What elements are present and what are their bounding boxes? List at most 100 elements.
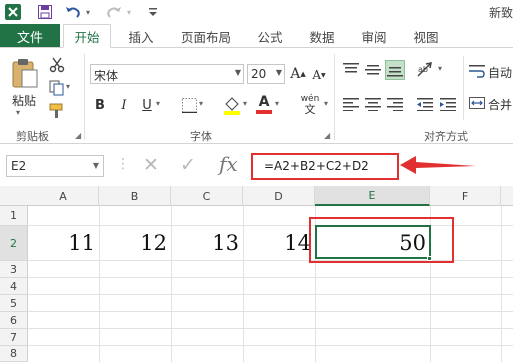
tab-review[interactable]: 审阅 bbox=[354, 24, 394, 48]
redo-icon[interactable] bbox=[105, 3, 123, 21]
tab-view[interactable]: 视图 bbox=[406, 24, 446, 48]
column-header-d[interactable]: D bbox=[243, 186, 315, 206]
column-headers: A B C D E F bbox=[0, 186, 513, 206]
decrease-font-size-icon[interactable]: A ▼ bbox=[310, 66, 328, 84]
row-header-3[interactable]: 3 bbox=[0, 261, 28, 278]
name-box[interactable]: E2 ▼ bbox=[6, 155, 104, 177]
grid-line bbox=[28, 328, 513, 329]
align-right-icon[interactable] bbox=[385, 94, 405, 114]
column-header-c[interactable]: C bbox=[171, 186, 243, 206]
increase-font-size-icon[interactable]: A ▲ bbox=[288, 64, 308, 84]
borders-icon[interactable] bbox=[180, 96, 198, 114]
font-size-value: 20 bbox=[251, 67, 267, 81]
undo-icon[interactable] bbox=[64, 3, 82, 21]
tab-data[interactable]: 数据 bbox=[302, 24, 342, 48]
copy-icon[interactable] bbox=[48, 79, 66, 97]
font-group-label: 字体 bbox=[190, 130, 212, 143]
orientation-dropdown-icon[interactable]: ▾ bbox=[438, 64, 442, 73]
font-name-dropdown-icon[interactable]: ▼ bbox=[235, 68, 241, 77]
format-painter-icon[interactable] bbox=[48, 102, 66, 120]
group-separator bbox=[84, 54, 85, 140]
ribbon: 粘贴 ▾ ▾ 剪贴板 ◢ 宋体 ▼ 20 ▼ A ▲ A ▼ B I U ▾ ▾ ▾… bbox=[0, 47, 513, 144]
row-header-4[interactable]: 4 bbox=[0, 278, 28, 295]
increase-indent-icon[interactable] bbox=[438, 94, 458, 114]
undo-dropdown-icon[interactable]: ▾ bbox=[83, 3, 93, 21]
tab-formulas[interactable]: 公式 bbox=[250, 24, 290, 48]
paste-label[interactable]: 粘贴 bbox=[12, 92, 36, 109]
row-header-7[interactable]: 7 bbox=[0, 329, 28, 346]
merge-center-label[interactable]: 合并 bbox=[488, 96, 512, 113]
font-color-icon[interactable]: A bbox=[255, 93, 273, 115]
paste-dropdown-icon[interactable]: ▾ bbox=[16, 108, 20, 117]
row-header-2[interactable]: 2 bbox=[0, 226, 28, 261]
ribbon-tabs: 文件 开始 插入 页面布局 公式 数据 审阅 视图 bbox=[0, 24, 513, 48]
copy-dropdown-icon[interactable]: ▾ bbox=[66, 82, 70, 91]
font-name-combo[interactable]: 宋体 ▼ bbox=[90, 64, 244, 84]
cell-b2[interactable]: 12 bbox=[99, 226, 171, 261]
row-header-5[interactable]: 5 bbox=[0, 295, 28, 312]
bold-button[interactable]: B bbox=[92, 96, 108, 114]
fill-color-dropdown-icon[interactable]: ▾ bbox=[243, 99, 247, 108]
underline-button[interactable]: U bbox=[139, 96, 155, 114]
save-icon[interactable] bbox=[36, 3, 54, 21]
row-header-6[interactable]: 6 bbox=[0, 312, 28, 329]
cell-c2[interactable]: 13 bbox=[171, 226, 243, 261]
formula-bar-grip-icon[interactable]: ⋮ bbox=[116, 156, 130, 172]
borders-dropdown-icon[interactable]: ▾ bbox=[199, 99, 203, 108]
tab-file[interactable]: 文件 bbox=[0, 24, 60, 48]
cell-a2[interactable]: 11 bbox=[28, 226, 99, 261]
cell-d2[interactable]: 14 bbox=[243, 226, 315, 261]
customize-qat-icon[interactable] bbox=[146, 3, 160, 21]
formula-bar: E2 ▼ ⋮ ✕ ✓ fx =A2+B2+C2+D2 bbox=[0, 144, 513, 186]
row-header-8[interactable]: 8 bbox=[0, 346, 28, 362]
tab-insert[interactable]: 插入 bbox=[118, 24, 164, 48]
phonetic-dropdown-icon[interactable]: ▾ bbox=[324, 99, 328, 108]
align-left-icon[interactable] bbox=[341, 94, 361, 114]
clipboard-launcher-icon[interactable]: ◢ bbox=[75, 131, 81, 140]
grid-line bbox=[28, 277, 513, 278]
clipboard-group-label: 剪贴板 bbox=[16, 130, 49, 143]
formula-text: =A2+B2+C2+D2 bbox=[264, 159, 369, 173]
merge-center-icon[interactable] bbox=[468, 94, 486, 112]
wrap-text-label[interactable]: 自动 bbox=[488, 64, 512, 81]
svg-text:ab: ab bbox=[418, 65, 428, 74]
font-color-glyph: A bbox=[258, 94, 270, 110]
column-header-b[interactable]: B bbox=[99, 186, 171, 206]
grid-line bbox=[28, 345, 513, 346]
tab-home[interactable]: 开始 bbox=[63, 24, 111, 48]
decrease-indent-icon[interactable] bbox=[415, 94, 435, 114]
font-name-value: 宋体 bbox=[94, 69, 119, 83]
name-box-dropdown-icon[interactable]: ▼ bbox=[93, 161, 99, 170]
column-header-a[interactable]: A bbox=[28, 186, 99, 206]
phonetic-guide-icon[interactable]: wén 文 bbox=[297, 92, 323, 116]
grid-line bbox=[28, 294, 513, 295]
align-bottom-icon[interactable] bbox=[385, 60, 405, 80]
align-top-icon[interactable] bbox=[341, 60, 361, 80]
tab-page-layout[interactable]: 页面布局 bbox=[171, 24, 241, 48]
underline-dropdown-icon[interactable]: ▾ bbox=[156, 99, 160, 108]
cancel-icon[interactable]: ✕ bbox=[143, 154, 159, 176]
font-launcher-icon[interactable]: ◢ bbox=[324, 131, 330, 140]
insert-function-icon[interactable]: fx bbox=[219, 152, 238, 176]
annotation-arrow bbox=[400, 156, 476, 174]
align-middle-icon[interactable] bbox=[363, 60, 383, 80]
paste-icon[interactable] bbox=[10, 56, 40, 90]
fill-color-icon[interactable] bbox=[222, 94, 242, 116]
italic-button[interactable]: I bbox=[116, 96, 132, 114]
wrap-text-icon[interactable] bbox=[468, 62, 486, 80]
title-bar: ▾ ▾ 新致 bbox=[0, 0, 513, 24]
row-header-1[interactable]: 1 bbox=[0, 206, 28, 226]
annotation-highlight-box bbox=[309, 217, 454, 263]
redo-dropdown-icon[interactable]: ▾ bbox=[124, 3, 134, 21]
align-center-icon[interactable] bbox=[363, 94, 383, 114]
cut-icon[interactable] bbox=[48, 56, 66, 74]
font-size-dropdown-icon[interactable]: ▼ bbox=[276, 68, 282, 77]
column-header-f[interactable]: F bbox=[430, 186, 501, 206]
orientation-icon[interactable]: ab bbox=[415, 60, 437, 80]
enter-icon[interactable]: ✓ bbox=[180, 154, 196, 176]
excel-logo-icon bbox=[4, 3, 22, 21]
formula-input[interactable]: =A2+B2+C2+D2 bbox=[251, 153, 399, 180]
column-header-e[interactable]: E bbox=[315, 186, 430, 206]
font-size-combo[interactable]: 20 ▼ bbox=[247, 64, 285, 84]
font-color-dropdown-icon[interactable]: ▾ bbox=[275, 99, 279, 108]
